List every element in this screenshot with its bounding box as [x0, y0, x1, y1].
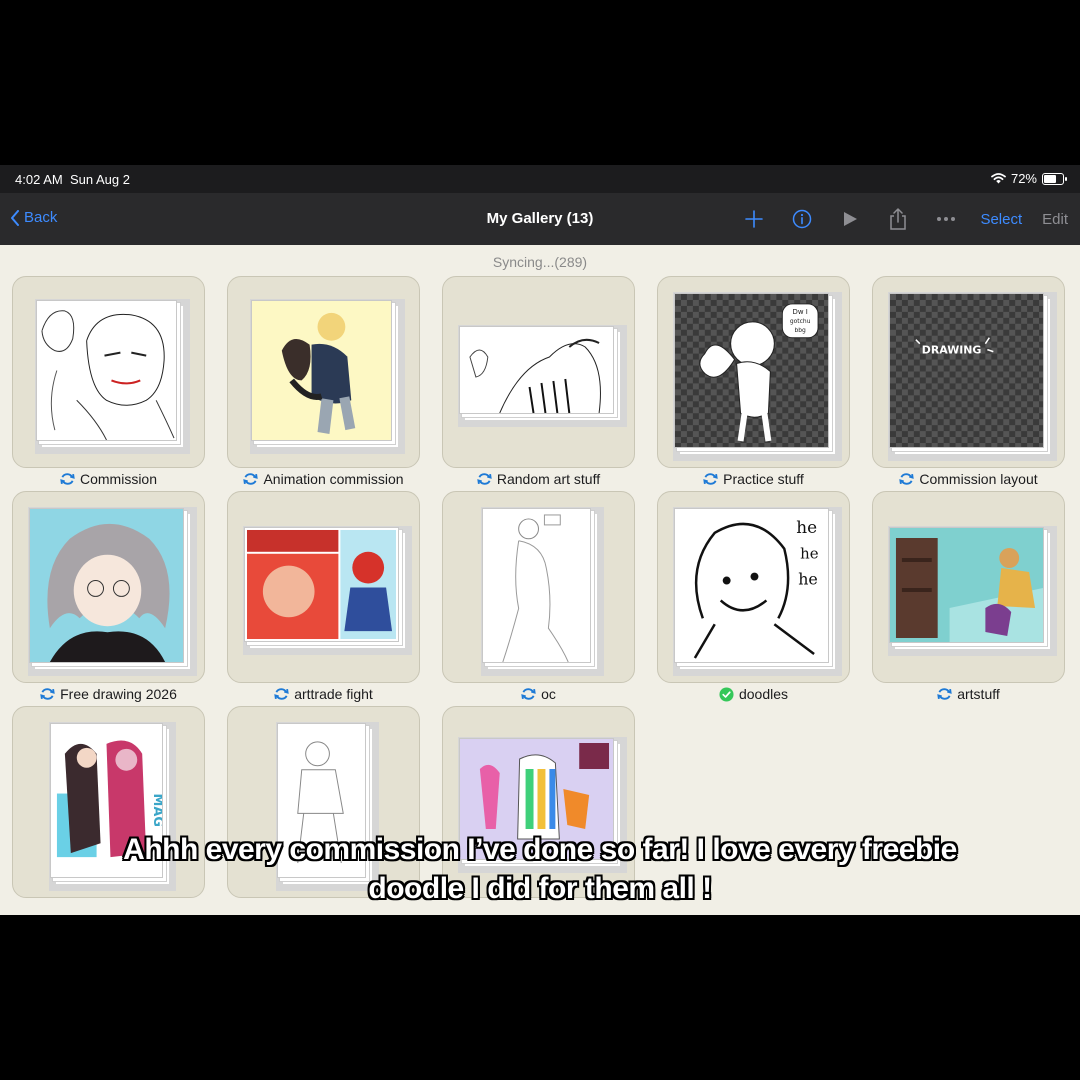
- artwork-thumbnail: Dw I gotchu bbg: [674, 293, 829, 448]
- gallery-item[interactable]: oc: [442, 491, 635, 702]
- gallery-item[interactable]: Random art stuff: [442, 276, 635, 487]
- gallery-item-label: Animation commission: [263, 471, 404, 487]
- gallery-item-label: arttrade fight: [294, 686, 373, 702]
- procreate-gallery-screen: 4:02 AM Sun Aug 2 72% Back My Gallery (1…: [0, 165, 1080, 915]
- video-caption: Ahhh every commission I’ve done so far! …: [123, 833, 957, 905]
- sync-icon: [274, 688, 289, 700]
- gallery-item-label: Free drawing 2026: [60, 686, 177, 702]
- info-icon: [793, 209, 812, 229]
- gallery-item-label: doodles: [738, 686, 789, 702]
- artwork-thumbnail: [889, 527, 1044, 643]
- status-bar: 4:02 AM Sun Aug 2 72%: [0, 165, 1080, 193]
- gallery-item[interactable]: Animation commission: [227, 276, 420, 487]
- svg-text:he: he: [798, 570, 818, 589]
- info-button[interactable]: [778, 205, 826, 233]
- sync-icon: [521, 688, 536, 700]
- sync-status: Syncing...(289): [492, 254, 588, 270]
- gallery-item-label: Random art stuff: [496, 471, 601, 487]
- battery-percent: 72%: [1010, 171, 1037, 186]
- sync-icon: [243, 473, 259, 485]
- svg-text:MAG: MAG: [150, 794, 162, 827]
- svg-text:DRAWING: DRAWING: [922, 344, 982, 357]
- gallery-item-label: artstuff: [957, 686, 1000, 702]
- artwork-thumbnail: [29, 508, 184, 663]
- play-icon: [844, 212, 858, 226]
- gallery-item[interactable]: Commission: [12, 276, 205, 487]
- artwork-thumbnail: [482, 508, 591, 663]
- gallery-item[interactable]: Free drawing 2026: [12, 491, 205, 702]
- checkmark-icon: [719, 686, 734, 702]
- wifi-icon: [991, 173, 1006, 184]
- gallery-item[interactable]: he he he doodles: [657, 491, 850, 702]
- gallery-item-label: oc: [541, 686, 556, 702]
- artwork-thumbnail: [251, 300, 392, 441]
- sync-icon: [477, 473, 492, 485]
- add-button[interactable]: [730, 205, 778, 233]
- status-time: 4:02 AM Sun Aug 2: [15, 172, 130, 187]
- edit-button[interactable]: Edit: [1042, 211, 1068, 228]
- play-button[interactable]: [826, 205, 874, 233]
- sync-icon: [899, 473, 915, 485]
- artwork-thumbnail: DRAWING: [889, 293, 1044, 448]
- more-button[interactable]: [922, 205, 970, 233]
- artwork-thumbnail: [36, 300, 177, 441]
- plus-icon: [745, 210, 764, 228]
- artwork-thumbnail: he he he: [674, 508, 829, 663]
- sync-icon: [40, 688, 55, 700]
- share-icon: [890, 208, 907, 230]
- svg-text:he: he: [796, 517, 817, 537]
- navigation-bar: Back My Gallery (13) Select Edit: [0, 193, 1080, 245]
- battery-icon: [1042, 172, 1067, 185]
- svg-text:he: he: [800, 545, 819, 563]
- share-button[interactable]: [874, 205, 922, 233]
- ellipsis-icon: [937, 217, 956, 221]
- sync-icon: [937, 688, 952, 700]
- gallery-item[interactable]: arttrade fight: [227, 491, 420, 702]
- svg-text:Dw I: Dw I: [793, 308, 808, 316]
- gallery-item[interactable]: Dw I gotchu bbg Practice stuff: [657, 276, 850, 487]
- back-button[interactable]: Back: [10, 209, 57, 226]
- select-button[interactable]: Select: [980, 211, 1022, 228]
- artwork-thumbnail: [459, 326, 614, 414]
- artwork-thumbnail: [244, 527, 399, 642]
- gallery-item[interactable]: artstuff: [872, 491, 1065, 702]
- svg-text:gotchu: gotchu: [790, 318, 811, 325]
- sync-icon: [703, 473, 718, 485]
- chevron-left-icon: [11, 209, 19, 226]
- gallery-item[interactable]: DRAWING Commission layout: [872, 276, 1065, 487]
- svg-text:bbg: bbg: [795, 327, 807, 334]
- gallery-item-label: Practice stuff: [723, 471, 804, 487]
- gallery-item-label: Commission: [79, 471, 157, 487]
- gallery-item-label: Commission layout: [919, 471, 1038, 487]
- sync-icon: [60, 473, 75, 485]
